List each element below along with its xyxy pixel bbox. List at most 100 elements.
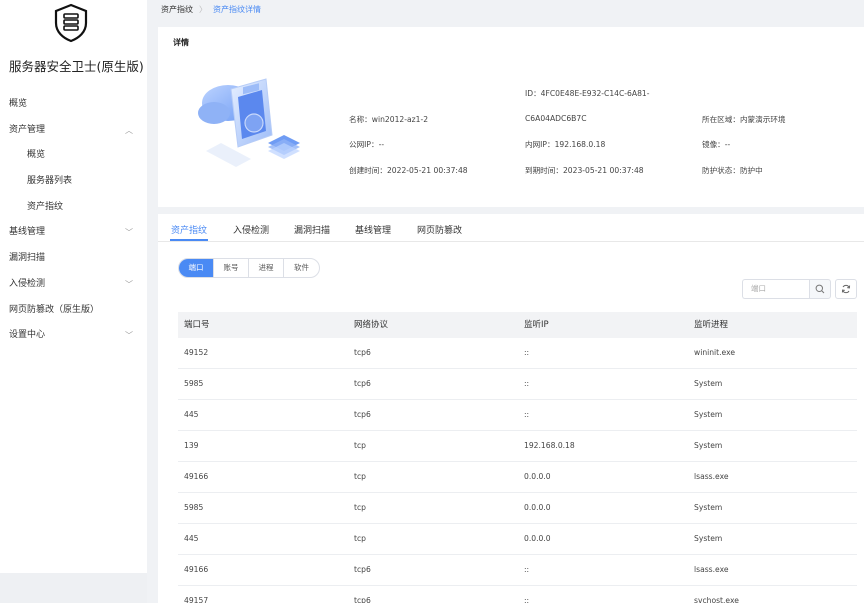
chevron-icon: ︿: [125, 125, 133, 135]
sidebar-item[interactable]: 概览: [0, 92, 147, 118]
col-protocol: 网络协议: [354, 320, 389, 330]
table-cell: lsass.exe: [694, 472, 729, 481]
sidebar-item[interactable]: 漏洞扫描: [0, 246, 147, 272]
detail-private-ip: 内网IP：192.168.0.18: [525, 140, 606, 149]
active-tab-indicator: [170, 239, 208, 241]
table-cell: System: [694, 534, 723, 543]
table-cell: 5985: [184, 379, 204, 388]
table-cell: 0.0.0.0: [524, 503, 551, 512]
table-cell: tcp6: [354, 565, 371, 574]
detail-public-ip: 公网IP：--: [349, 140, 385, 149]
search-button[interactable]: [809, 279, 831, 299]
fingerprint-panel: 资产指纹 入侵检测 漏洞扫描 基线管理 网页防篡改 端口 账号 进程 软件 端口…: [158, 214, 864, 603]
table-row: 5985 tcp6:: System: [178, 369, 857, 400]
sidebar-item[interactable]: 基线管理 ﹀: [0, 220, 147, 246]
table-cell: tcp: [354, 503, 366, 512]
segment-software[interactable]: 软件: [284, 259, 319, 277]
port-search-input[interactable]: 端口: [742, 279, 809, 299]
table-cell: ::: [524, 596, 530, 603]
detail-card: 详情 ID：4FC0E48E-E932-C14C-6A81- 名称：win201…: [158, 27, 864, 207]
port-table: 端口号 网络协议 监听IP 监听进程 49152 tcp6:: wininit.ex…: [178, 312, 857, 603]
table-cell: tcp: [354, 472, 366, 481]
sidebar-item-label: 服务器列表: [27, 176, 73, 187]
table-cell: System: [694, 410, 723, 419]
table-cell: ::: [524, 410, 530, 419]
table-cell: System: [694, 441, 723, 450]
col-listen-ip: 监听IP: [524, 320, 549, 330]
sidebar-item-label: 资产指纹: [27, 201, 64, 212]
sidebar-item[interactable]: 概览: [0, 143, 147, 169]
refresh-button[interactable]: [835, 279, 857, 299]
table-cell: 49166: [184, 472, 209, 481]
tab-bar: 资产指纹 入侵检测 漏洞扫描 基线管理 网页防篡改: [158, 214, 864, 242]
sidebar: 服务器安全卫士(原生版) 概览 资产管理 ︿ 概览 服务器列表 资产指纹 基线管理 ﹀ 漏洞扫描…: [0, 0, 147, 573]
tab-asset-fingerprint[interactable]: 资产指纹: [171, 223, 207, 236]
detail-name: 名称：win2012-az1-2: [349, 115, 429, 124]
table-cell: ::: [524, 379, 530, 388]
sidebar-item-label: 设置中心: [9, 330, 46, 341]
table-body: 49152 tcp6:: wininit.exe 5985 tcp6:: System 44…: [178, 338, 857, 603]
sidebar-item-label: 入侵检测: [9, 278, 46, 289]
chevron-icon: ﹀: [125, 331, 133, 341]
breadcrumb: 资产指纹〉资产指纹详情: [161, 4, 261, 15]
table-row: 445 tcp 0.0.0.0 System: [178, 524, 857, 555]
sidebar-item-label: 网页防篡改（原生版）: [9, 304, 100, 315]
detail-protect-status: 防护状态：防护中: [702, 166, 763, 175]
tab-web-tamper[interactable]: 网页防篡改: [417, 223, 462, 236]
detail-created: 创建时间：2022-05-21 00:37:48: [349, 166, 468, 175]
sidebar-nav: 概览 资产管理 ︿ 概览 服务器列表 资产指纹 基线管理 ﹀ 漏洞扫描 入侵检测 ﹀ 网页防篡改（原生…: [0, 92, 147, 349]
table-cell: 49152: [184, 348, 209, 357]
category-segmented-control: 端口 账号 进程 软件: [178, 258, 320, 278]
table-cell: tcp6: [354, 379, 371, 388]
tab-vuln-scan[interactable]: 漏洞扫描: [294, 223, 330, 236]
sidebar-item[interactable]: 资产指纹: [0, 195, 147, 221]
table-cell: System: [694, 379, 723, 388]
table-row: 139 tcp 192.168.0.18 System: [178, 431, 857, 462]
chevron-icon: ﹀: [125, 228, 133, 238]
table-cell: 192.168.0.18: [524, 441, 575, 450]
table-row: 49157 tcp6:: svchost.exe: [178, 586, 857, 603]
search-icon: [815, 284, 825, 294]
server-cloud-illustration: [198, 78, 300, 167]
chevron-icon: ﹀: [125, 279, 133, 289]
table-cell: 139: [184, 441, 199, 450]
refresh-icon: [841, 284, 851, 294]
shield-server-icon: [54, 3, 88, 43]
sidebar-item-label: 概览: [9, 99, 28, 109]
sidebar-footer: [0, 573, 147, 603]
sidebar-item[interactable]: 入侵检测 ﹀: [0, 272, 147, 298]
sidebar-item[interactable]: 网页防篡改（原生版）: [0, 298, 147, 324]
detail-region: 所在区域：内蒙演示环境: [702, 115, 786, 124]
sidebar-item[interactable]: 服务器列表: [0, 169, 147, 195]
table-cell: svchost.exe: [694, 596, 739, 603]
tab-intrusion-detection[interactable]: 入侵检测: [233, 223, 269, 236]
top-bar: 资产指纹〉资产指纹详情: [147, 0, 864, 20]
segment-port[interactable]: 端口: [179, 259, 214, 277]
table-cell: lsass.exe: [694, 565, 729, 574]
detail-expires: 到期时间：2023-05-21 00:37:48: [525, 166, 644, 175]
table-cell: wininit.exe: [694, 348, 736, 357]
sidebar-item[interactable]: 资产管理 ︿: [0, 118, 147, 144]
breadcrumb-parent[interactable]: 资产指纹: [161, 5, 193, 14]
table-cell: ::: [524, 565, 530, 574]
table-cell: tcp6: [354, 596, 371, 603]
tab-baseline[interactable]: 基线管理: [355, 223, 391, 236]
table-cell: 445: [184, 410, 199, 419]
sidebar-item-label: 资产管理: [9, 124, 46, 135]
table-row: 5985 tcp 0.0.0.0 System: [178, 493, 857, 524]
detail-title: 详情: [173, 38, 189, 47]
sidebar-item[interactable]: 设置中心 ﹀: [0, 323, 147, 349]
table-cell: 445: [184, 534, 199, 543]
table-cell: System: [694, 503, 723, 512]
table-cell: tcp6: [354, 410, 371, 419]
table-cell: 5985: [184, 503, 204, 512]
segment-account[interactable]: 账号: [214, 259, 249, 277]
table-row: 49166 tcp6:: lsass.exe: [178, 555, 857, 586]
table-cell: tcp: [354, 534, 366, 543]
sidebar-item-label: 基线管理: [9, 227, 46, 238]
table-cell: tcp6: [354, 348, 371, 357]
col-listen-process: 监听进程: [694, 320, 729, 330]
segment-process[interactable]: 进程: [249, 259, 284, 277]
table-header: 端口号 网络协议 监听IP 监听进程: [178, 312, 857, 338]
breadcrumb-current: 资产指纹详情: [213, 5, 261, 14]
